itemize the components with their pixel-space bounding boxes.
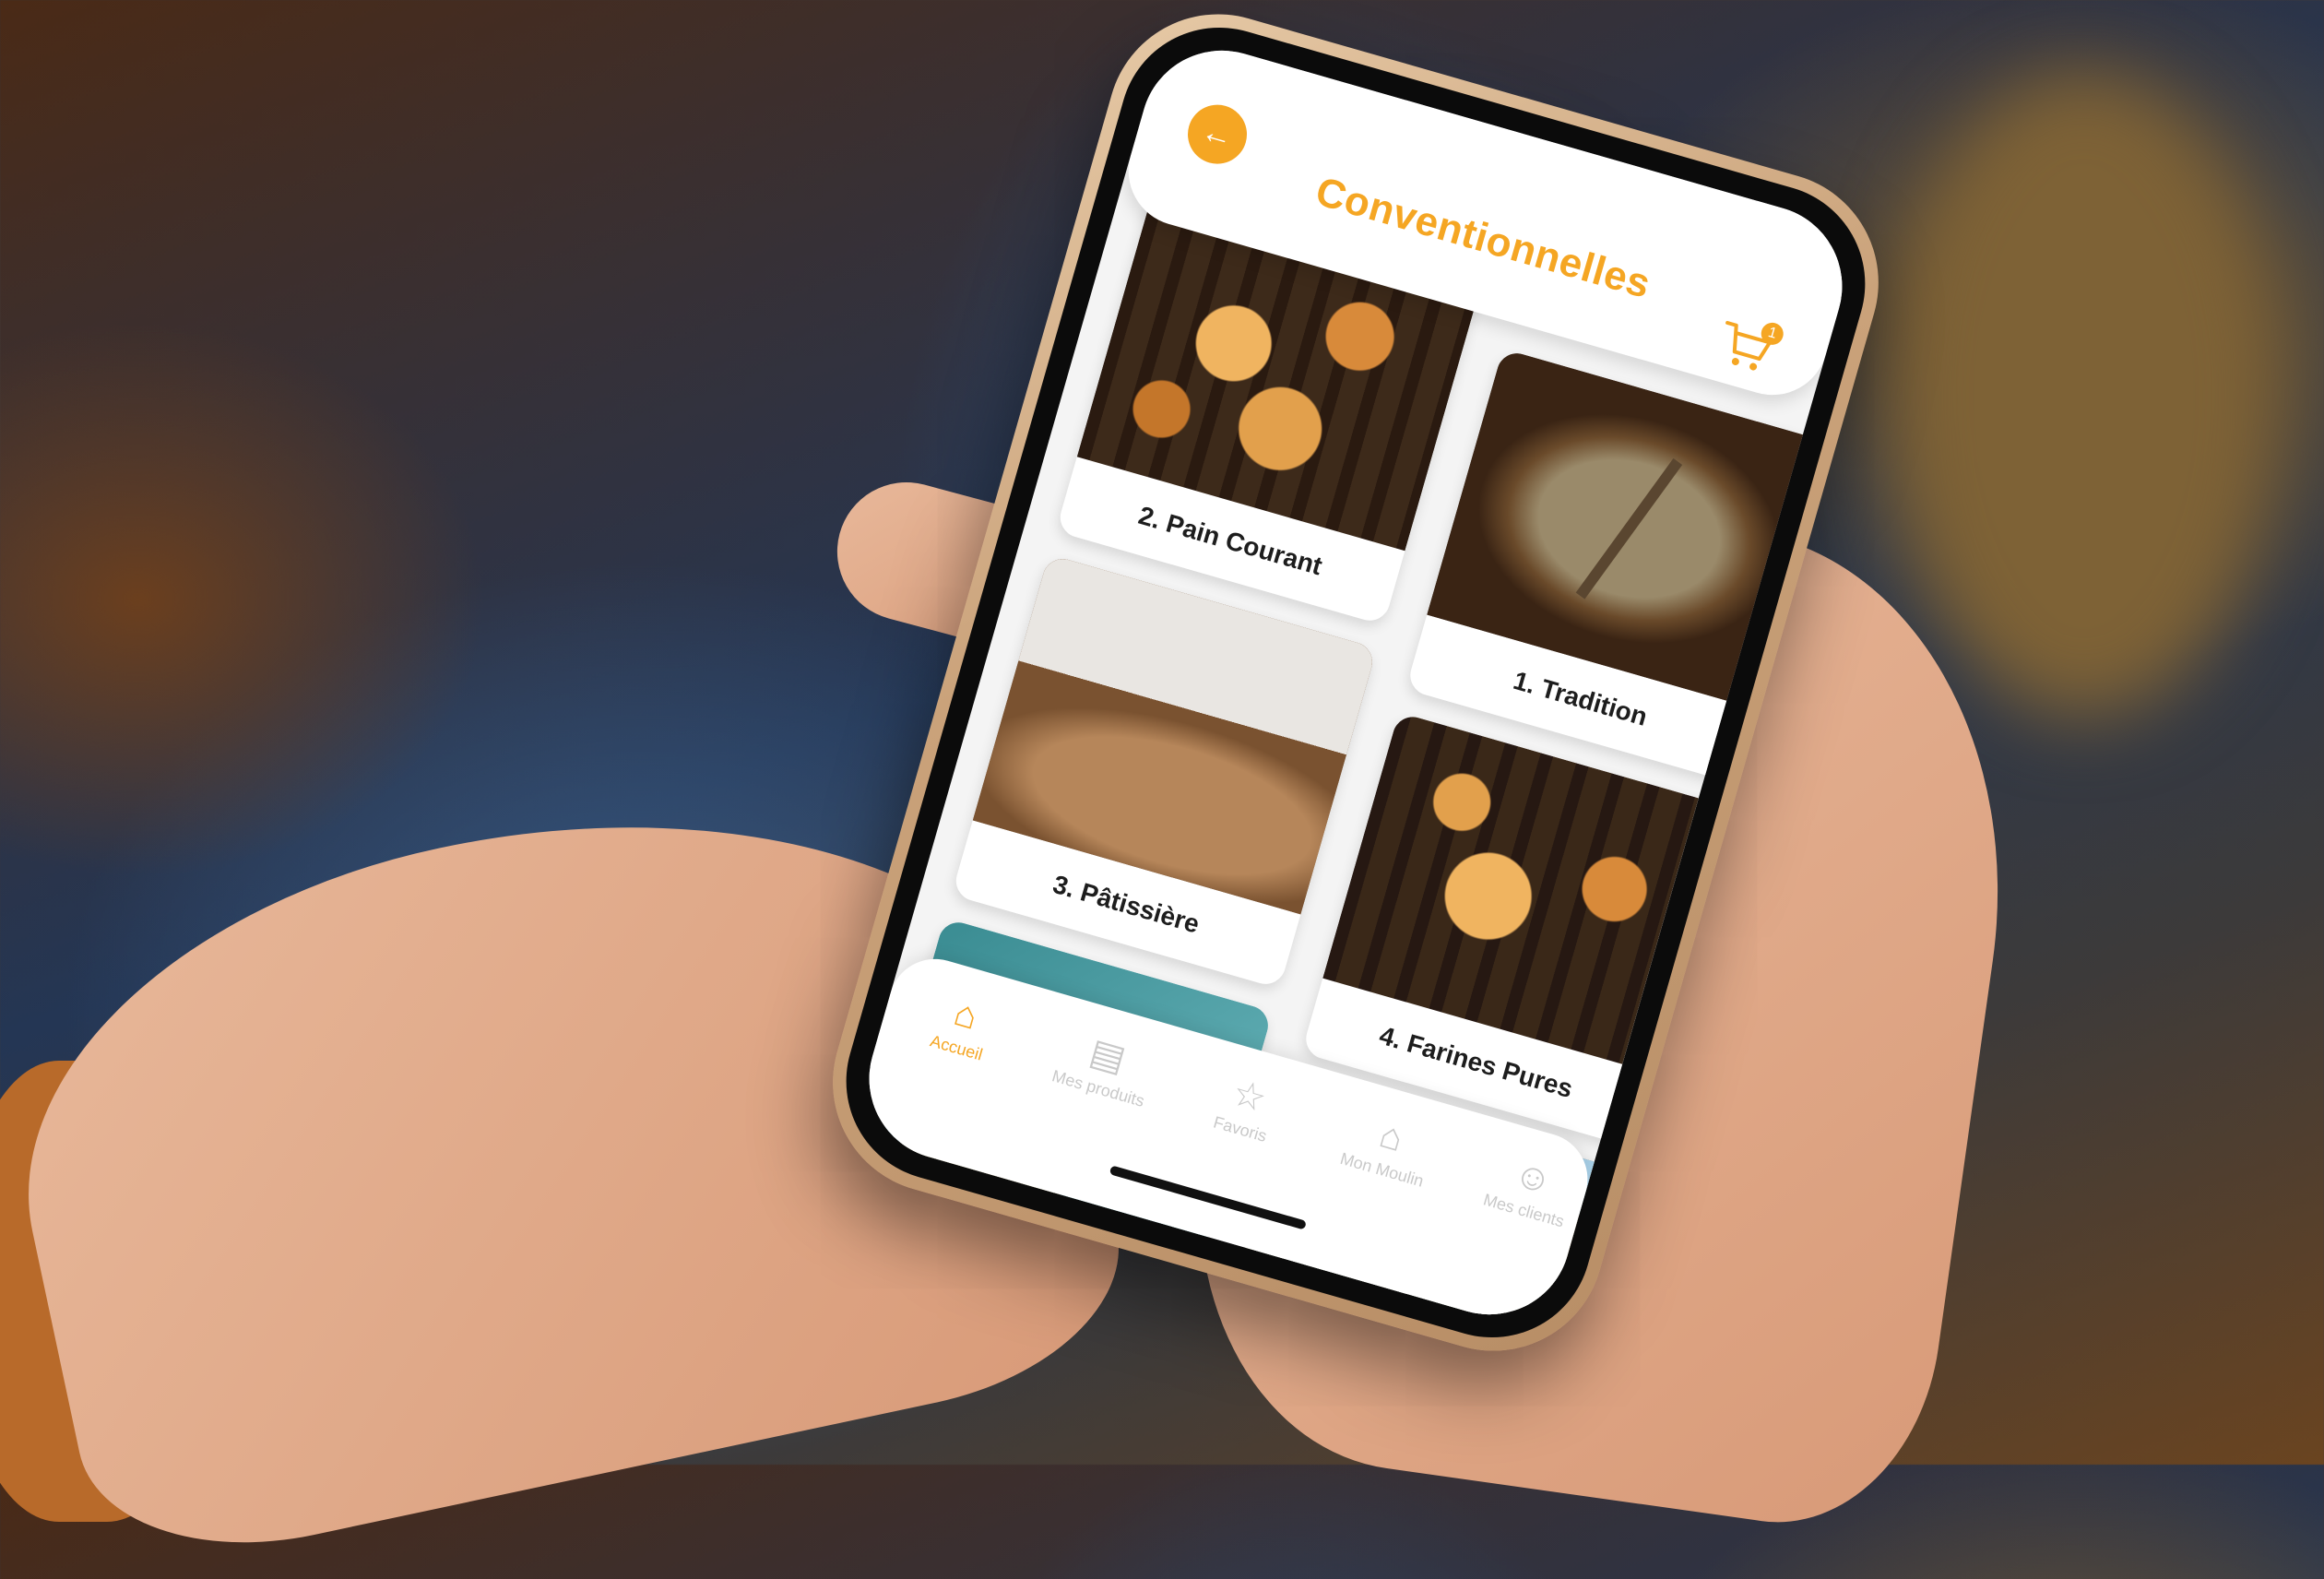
tab-mon-moulin[interactable]: ⌂ Mon Moulin — [1312, 1098, 1464, 1199]
cart-button[interactable]: 1 — [1712, 316, 1786, 379]
blurred-sweater — [1891, 74, 2278, 719]
category-card-patissiere[interactable]: 3. Pâtissière — [951, 553, 1378, 990]
tab-mes-produits[interactable]: ▤ Mes produits — [1029, 1016, 1180, 1118]
tab-accueil[interactable]: ⌂ Accueil — [887, 976, 1038, 1077]
tab-favoris[interactable]: ☆ Favoris — [1171, 1057, 1322, 1158]
